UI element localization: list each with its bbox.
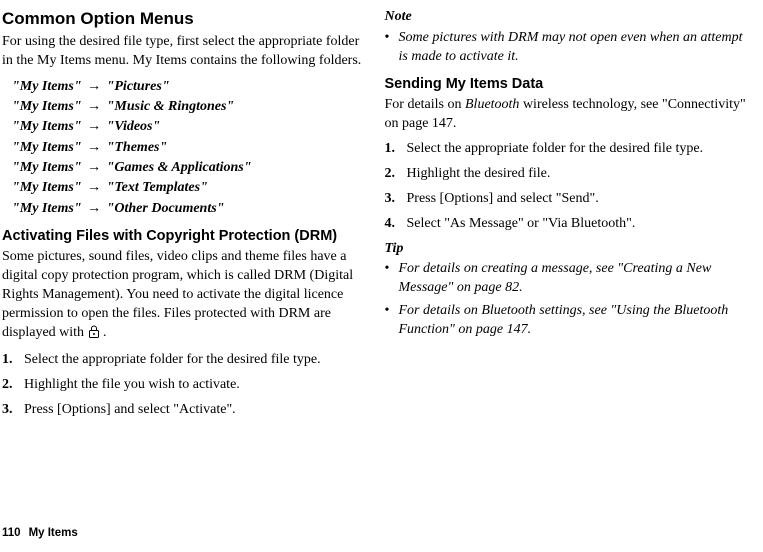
arrow-icon: → [85,180,103,195]
list-item: •For details on creating a message, see … [385,260,750,298]
arrow-icon: → [85,119,103,134]
step-number: 1. [385,140,407,159]
arrow-icon: → [85,160,103,175]
folder-root: "My Items" [12,79,82,94]
bullet-icon: • [385,29,399,67]
arrow-icon: → [85,201,103,216]
note-list: •Some pictures with DRM may not open eve… [385,29,750,67]
list-item: •Some pictures with DRM may not open eve… [385,29,750,67]
step-text: Highlight the desired file. [407,165,551,184]
list-item: 3.Press [Options] and select "Send". [385,190,750,209]
step-text: Select the appropriate folder for the de… [24,351,321,370]
folder-dest: "Other Documents" [107,201,225,216]
step-number: 3. [385,190,407,209]
step-text: Highlight the file you wish to activate. [24,376,240,395]
page-number: 110 [2,527,21,539]
folder-path: "My Items" → "Games & Applications" [12,158,367,178]
drm-paragraph: Some pictures, sound files, video clips … [2,248,367,344]
intro-paragraph: For using the desired file type, first s… [2,33,367,71]
folder-path: "My Items" → "Themes" [12,138,367,158]
footer-section: My Items [29,527,78,539]
note-label: Note [385,8,750,27]
heading-common-option-menus: Common Option Menus [2,8,367,31]
folder-root: "My Items" [12,201,82,216]
send-steps-list: 1.Select the appropriate folder for the … [385,140,750,234]
list-item: 2.Highlight the desired file. [385,165,750,184]
send-text-bluetooth: Bluetooth [465,97,519,112]
bullet-icon: • [385,302,399,340]
list-item: 2.Highlight the file you wish to activat… [2,376,367,395]
tip-list: •For details on creating a message, see … [385,260,750,340]
step-number: 3. [2,401,24,420]
folder-dest: "Music & Ringtones" [107,99,235,114]
heading-sending-data: Sending My Items Data [385,75,750,95]
folder-root: "My Items" [12,160,82,175]
step-text: Press [Options] and select "Activate". [24,401,236,420]
send-paragraph: For details on Bluetooth wireless techno… [385,96,750,134]
folder-dest: "Text Templates" [107,180,208,195]
step-text: Press [Options] and select "Send". [407,190,599,209]
list-item: 4.Select "As Message" or "Via Bluetooth"… [385,215,750,234]
folder-root: "My Items" [12,119,82,134]
folder-path: "My Items" → "Music & Ringtones" [12,97,367,117]
step-number: 1. [2,351,24,370]
step-number: 2. [2,376,24,395]
step-number: 2. [385,165,407,184]
page-footer: 110 My Items [2,526,78,542]
drm-text-before: Some pictures, sound files, video clips … [2,249,353,340]
folder-path: "My Items" → "Videos" [12,117,367,137]
step-text: Select "As Message" or "Via Bluetooth". [407,215,636,234]
left-column: Common Option Menus For using the desire… [2,8,367,425]
arrow-icon: → [85,99,103,114]
activate-steps-list: 1.Select the appropriate folder for the … [2,351,367,420]
note-text: Some pictures with DRM may not open even… [399,29,750,67]
folder-root: "My Items" [12,99,82,114]
folder-dest: "Games & Applications" [107,160,252,175]
list-item: 1.Select the appropriate folder for the … [2,351,367,370]
drm-text-after: . [100,325,107,340]
folder-path: "My Items" → "Other Documents" [12,199,367,219]
folder-path-list: "My Items" → "Pictures" "My Items" → "Mu… [12,77,367,219]
folder-path: "My Items" → "Text Templates" [12,178,367,198]
bullet-icon: • [385,260,399,298]
list-item: 1.Select the appropriate folder for the … [385,140,750,159]
right-column: Note •Some pictures with DRM may not ope… [385,8,750,425]
arrow-icon: → [85,79,103,94]
folder-dest: "Videos" [107,119,161,134]
folder-path: "My Items" → "Pictures" [12,77,367,97]
list-item: •For details on Bluetooth settings, see … [385,302,750,340]
step-number: 4. [385,215,407,234]
send-text-a: For details on [385,97,466,112]
folder-dest: "Themes" [107,140,168,155]
folder-root: "My Items" [12,180,82,195]
list-item: 3.Press [Options] and select "Activate". [2,401,367,420]
tip-text: For details on creating a message, see "… [399,260,750,298]
folder-dest: "Pictures" [107,79,170,94]
tip-text: For details on Bluetooth settings, see "… [399,302,750,340]
heading-activating-drm: Activating Files with Copyright Protecti… [2,227,367,247]
tip-label: Tip [385,240,750,259]
step-text: Select the appropriate folder for the de… [407,140,704,159]
folder-root: "My Items" [12,140,82,155]
arrow-icon: → [85,140,103,155]
lock-icon [88,325,100,345]
